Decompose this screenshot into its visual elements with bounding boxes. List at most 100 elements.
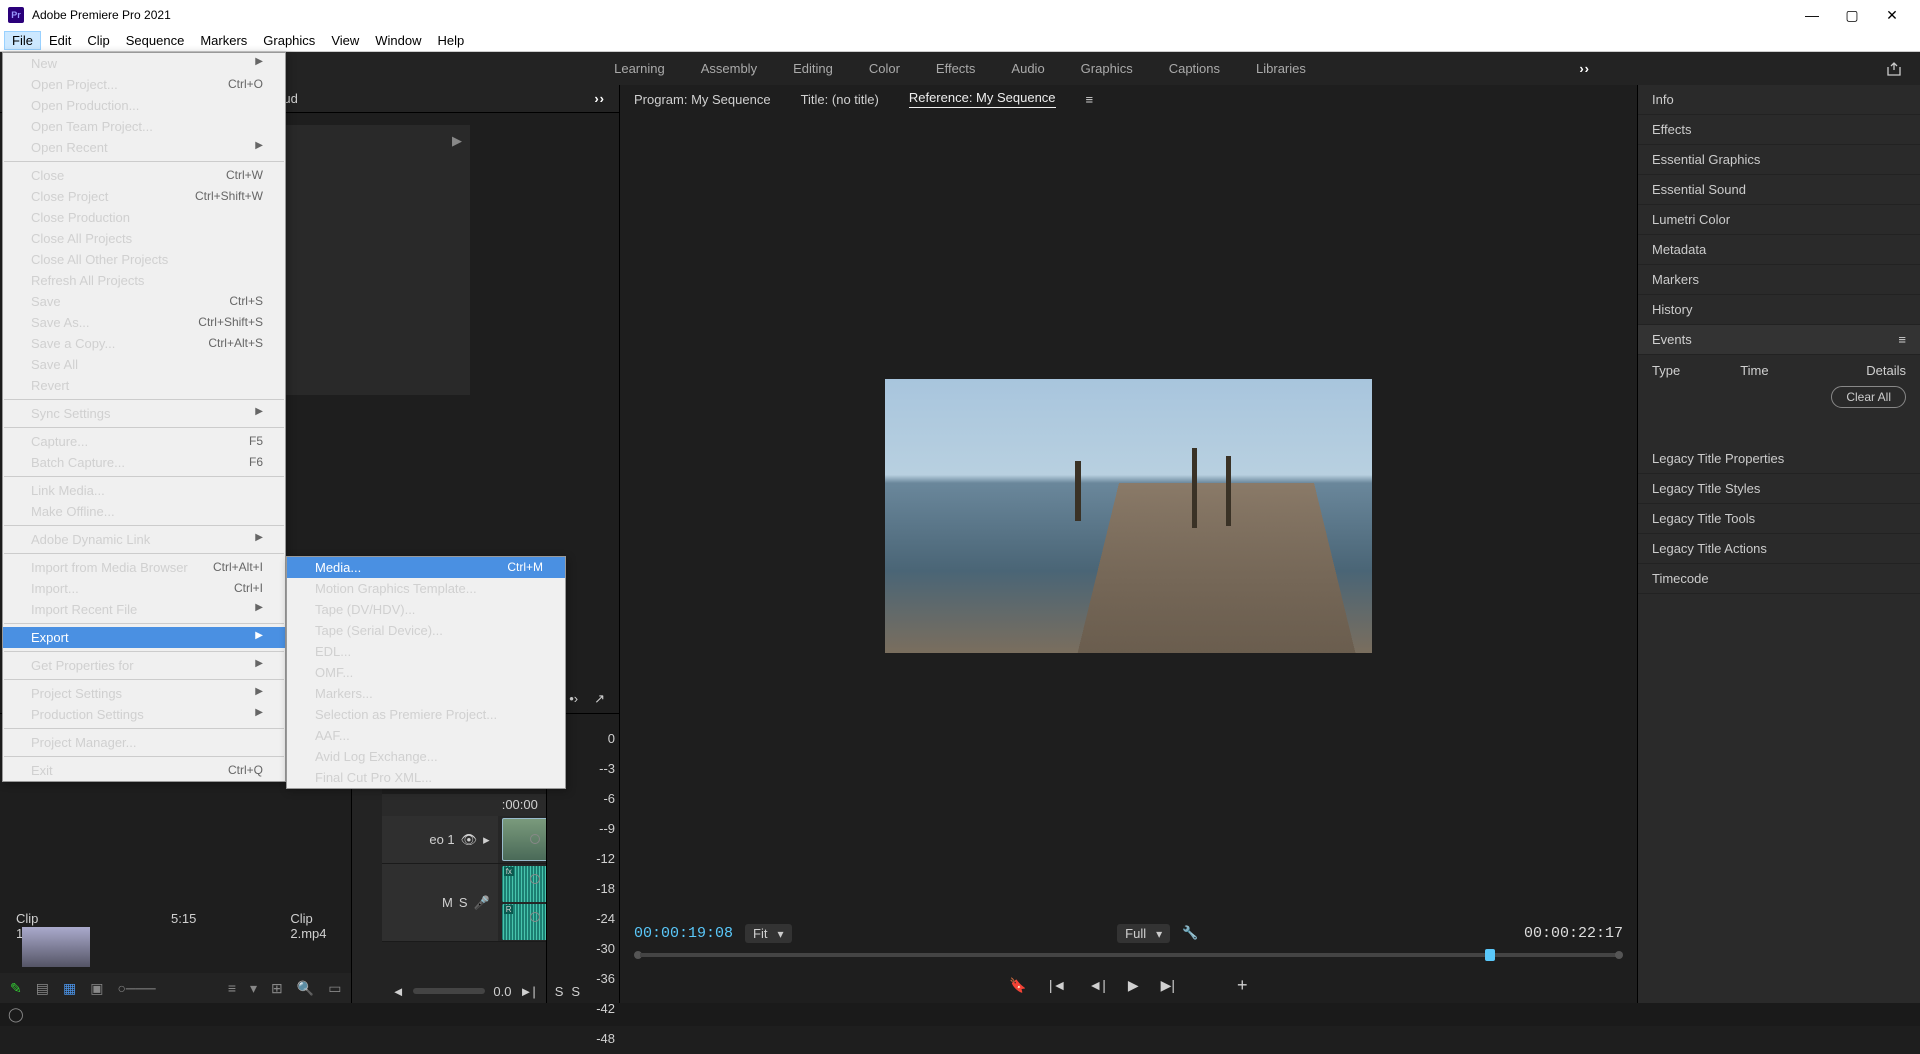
panel-effects[interactable]: Effects: [1638, 115, 1920, 145]
clip1-thumbnail[interactable]: [22, 927, 90, 967]
timeline-audio-clip-r[interactable]: R: [502, 904, 546, 940]
step-back-icon[interactable]: ◄|: [1088, 977, 1106, 993]
workspace-graphics[interactable]: Graphics: [1081, 57, 1133, 80]
wrench-icon[interactable]: 🔧: [1182, 925, 1198, 941]
menu-graphics[interactable]: Graphics: [255, 31, 323, 50]
mute-icon[interactable]: M: [442, 895, 453, 910]
menu-item-close-project[interactable]: Close ProjectCtrl+Shift+W: [3, 186, 285, 207]
solo-right-icon[interactable]: S: [571, 984, 580, 999]
source-tabs-overflow-icon[interactable]: ››: [594, 91, 605, 106]
tab-title[interactable]: Title: (no title): [801, 92, 879, 107]
menu-item-new[interactable]: New▶: [3, 53, 285, 74]
menu-item-save-all[interactable]: Save All: [3, 354, 285, 375]
workspace-editing[interactable]: Editing: [793, 57, 833, 80]
menu-item-open-production[interactable]: Open Production...: [3, 95, 285, 116]
menu-item-media[interactable]: Media...Ctrl+M: [287, 557, 565, 578]
panel-legacy-title-properties[interactable]: Legacy Title Properties: [1638, 444, 1920, 474]
freeform-view-icon[interactable]: ▣: [90, 980, 103, 997]
creative-cloud-icon[interactable]: ◯: [8, 1006, 24, 1023]
menu-item-sync-settings[interactable]: Sync Settings▶: [3, 403, 285, 424]
share-icon[interactable]: [1886, 61, 1902, 77]
workspace-overflow-icon[interactable]: ››: [1579, 61, 1590, 76]
menu-item-export[interactable]: Export▶: [3, 627, 285, 648]
list-view-icon[interactable]: ▤: [36, 980, 49, 997]
panel-legacy-title-styles[interactable]: Legacy Title Styles: [1638, 474, 1920, 504]
menu-markers[interactable]: Markers: [192, 31, 255, 50]
panel-legacy-title-actions[interactable]: Legacy Title Actions: [1638, 534, 1920, 564]
zoom-out-icon[interactable]: ◄: [392, 984, 405, 999]
panel-essential-sound[interactable]: Essential Sound: [1638, 175, 1920, 205]
cycle-icon[interactable]: •›: [569, 691, 578, 707]
automate-icon[interactable]: ⊞: [271, 980, 283, 997]
menu-item-close[interactable]: CloseCtrl+W: [3, 165, 285, 186]
maximize-button[interactable]: ▢: [1832, 0, 1872, 30]
write-icon[interactable]: ✎: [10, 980, 22, 997]
workspace-effects[interactable]: Effects: [936, 57, 976, 80]
clear-all-button[interactable]: Clear All: [1831, 386, 1906, 408]
workspace-captions[interactable]: Captions: [1169, 57, 1220, 80]
workspace-libraries[interactable]: Libraries: [1256, 57, 1306, 80]
panel-metadata[interactable]: Metadata: [1638, 235, 1920, 265]
step-forward-icon[interactable]: ▶|: [1161, 977, 1175, 994]
icon-view-icon[interactable]: ▦: [63, 980, 76, 997]
goto-in-icon[interactable]: |◄: [1049, 977, 1067, 993]
workspace-assembly[interactable]: Assembly: [701, 57, 757, 80]
program-scrubber[interactable]: [634, 947, 1623, 967]
panel-history[interactable]: History: [1638, 295, 1920, 325]
menu-item-save-a-copy[interactable]: Save a Copy...Ctrl+Alt+S: [3, 333, 285, 354]
eye-icon[interactable]: 👁: [461, 832, 478, 848]
panel-essential-graphics[interactable]: Essential Graphics: [1638, 145, 1920, 175]
add-marker-icon[interactable]: 🔖: [1009, 977, 1026, 994]
zoom-scrollbar[interactable]: [413, 988, 486, 994]
close-button[interactable]: ✕: [1872, 0, 1912, 30]
fit-dropdown[interactable]: Fit ▾: [745, 924, 791, 943]
goto-end-icon[interactable]: ►|: [519, 984, 535, 999]
menu-item-save[interactable]: SaveCtrl+S: [3, 291, 285, 312]
menu-item-get-properties-for[interactable]: Get Properties for▶: [3, 655, 285, 676]
program-tab-menu-icon[interactable]: ≡: [1086, 92, 1094, 107]
export-frame-icon[interactable]: ↗: [594, 691, 605, 707]
clip2-name[interactable]: Clip 2.mp4: [290, 911, 351, 941]
menu-help[interactable]: Help: [430, 31, 473, 50]
panel-legacy-title-tools[interactable]: Legacy Title Tools: [1638, 504, 1920, 534]
panel-info[interactable]: Info: [1638, 85, 1920, 115]
menu-item-save-as[interactable]: Save As...Ctrl+Shift+S: [3, 312, 285, 333]
menu-window[interactable]: Window: [367, 31, 429, 50]
menu-item-project-settings[interactable]: Project Settings▶: [3, 683, 285, 704]
search-icon[interactable]: 🔍: [297, 980, 314, 997]
panel-markers[interactable]: Markers: [1638, 265, 1920, 295]
track-head-v1[interactable]: eo 1 👁 ▸: [382, 816, 498, 863]
menu-item-import[interactable]: Import...Ctrl+I: [3, 578, 285, 599]
play-icon[interactable]: ▶: [1128, 977, 1139, 994]
workspace-learning[interactable]: Learning: [614, 57, 665, 80]
panel-menu-icon[interactable]: ≡: [1898, 332, 1906, 347]
menu-file[interactable]: File: [4, 31, 41, 50]
menu-item-open-recent[interactable]: Open Recent▶: [3, 137, 285, 158]
menu-item-capture[interactable]: Capture...F5: [3, 431, 285, 452]
menu-view[interactable]: View: [323, 31, 367, 50]
zoom-slider[interactable]: ○───: [117, 980, 155, 996]
tab-program[interactable]: Program: My Sequence: [634, 92, 771, 107]
chevron-down-icon[interactable]: ▾: [250, 980, 257, 997]
panel-events[interactable]: Events≡: [1638, 325, 1920, 355]
menu-item-open-project[interactable]: Open Project...Ctrl+O: [3, 74, 285, 95]
track-head-a1[interactable]: M S 🎤: [382, 864, 498, 941]
keyframe-icon[interactable]: [530, 874, 540, 884]
timeline-audio-clip-l[interactable]: fx: [502, 866, 546, 902]
solo-icon[interactable]: S: [459, 895, 468, 910]
solo-left-icon[interactable]: S: [555, 984, 564, 999]
tab-reference[interactable]: Reference: My Sequence: [909, 90, 1056, 108]
sort-icon[interactable]: ≡: [228, 980, 236, 996]
menu-item-exit[interactable]: ExitCtrl+Q: [3, 760, 285, 781]
timeline-ruler[interactable]: :00:00 00:00:04:23 00:00:09:23 00:00:14:…: [382, 794, 546, 816]
quality-dropdown[interactable]: Full ▾: [1117, 924, 1170, 943]
program-current-timecode[interactable]: 00:00:19:08: [634, 925, 733, 942]
panel-timecode[interactable]: Timecode: [1638, 564, 1920, 594]
mic-icon[interactable]: 🎤: [474, 895, 490, 911]
workspace-audio[interactable]: Audio: [1011, 57, 1044, 80]
new-bin-icon[interactable]: ▭: [328, 980, 341, 997]
program-frame[interactable]: [885, 379, 1372, 653]
menu-clip[interactable]: Clip: [79, 31, 117, 50]
menu-edit[interactable]: Edit: [41, 31, 79, 50]
menu-item-project-manager[interactable]: Project Manager...: [3, 732, 285, 753]
